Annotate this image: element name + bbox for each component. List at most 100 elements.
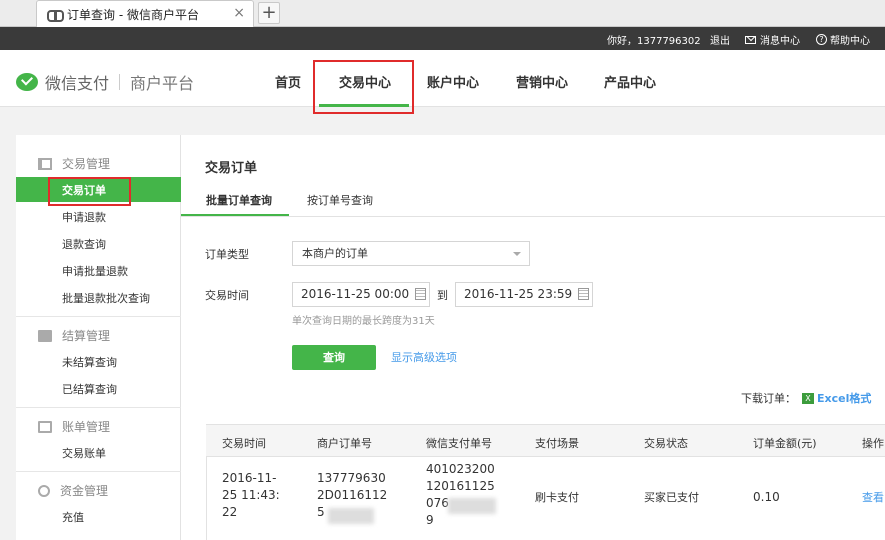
- end-time-input[interactable]: 2016-11-25 23:59: [455, 282, 593, 307]
- help-center-label: 帮助中心: [830, 36, 870, 47]
- sidebar-item-refund-query[interactable]: 退款查询: [62, 236, 106, 252]
- bill-management-icon: [38, 420, 52, 433]
- orders-table-header: 交易时间 商户订单号 微信支付单号 支付场景 交易状态 订单金额(元) 操作: [206, 424, 885, 457]
- excel-download-link[interactable]: Excel格式: [817, 390, 871, 406]
- sidebar-item-batch-refund-query[interactable]: 批量退款批次查询: [62, 290, 150, 306]
- sidebar-item-batch-refund[interactable]: 申请批量退款: [62, 263, 128, 279]
- mail-icon: [745, 35, 756, 44]
- sidebar-highlight-annotation: [48, 177, 131, 206]
- new-tab-button[interactable]: +: [258, 2, 280, 24]
- sidebar-group-trade: 交易管理: [38, 155, 110, 172]
- message-center-label: 消息中心: [760, 36, 800, 47]
- sidebar-divider: [16, 407, 181, 408]
- cell-status: 买家已支付: [644, 491, 699, 504]
- brand-name: 微信支付: [45, 74, 110, 93]
- funds-management-icon: [38, 484, 50, 497]
- calendar-icon[interactable]: [578, 288, 589, 300]
- query-tabs: 批量订单查询 按订单号查询: [181, 184, 885, 217]
- excel-icon: X: [802, 392, 814, 404]
- nav-account-center[interactable]: 账户中心: [427, 72, 479, 91]
- date-range-hint: 单次查询日期的最长跨度为31天: [292, 316, 435, 327]
- site-header: 微信支付 商户平台 首页 交易中心 账户中心 营销中心 产品中心: [0, 50, 885, 107]
- end-time-value: 2016-11-25 23:59: [464, 287, 573, 301]
- order-type-value: 本商户的订单: [302, 247, 368, 260]
- sidebar-group-title: 结算管理: [62, 329, 111, 343]
- trade-management-icon: [38, 157, 52, 170]
- platform-name: 商户平台: [130, 74, 195, 93]
- logout-link[interactable]: 退出: [710, 32, 730, 47]
- cell-line: 25 11:43:: [222, 488, 280, 502]
- column-header: 商户订单号: [317, 437, 372, 450]
- cell-line: 2D0116112: [317, 488, 388, 502]
- cell-wechat-order: 401023200 120161125 076 9: [426, 461, 495, 529]
- sidebar-group-settlement: 结算管理: [38, 327, 110, 344]
- content-panel: 交易管理 交易订单 申请退款 退款查询 申请批量退款 批量退款批次查询 结算管理…: [16, 135, 885, 540]
- cell-line: 137779630: [317, 471, 386, 485]
- sidebar-item-apply-refund[interactable]: 申请退款: [62, 209, 106, 225]
- cell-line: 22: [222, 505, 238, 519]
- order-type-select[interactable]: 本商户的订单: [292, 241, 530, 266]
- nav-highlight-annotation: [313, 60, 414, 114]
- start-time-value: 2016-11-25 00:00: [301, 287, 410, 301]
- sidebar-divider: [16, 316, 181, 317]
- download-label: 下载订单：: [741, 392, 796, 405]
- user-greeting: 你好，1377796302: [607, 36, 701, 47]
- start-time-input[interactable]: 2016-11-25 00:00: [292, 282, 430, 307]
- nav-product-center[interactable]: 产品中心: [604, 72, 656, 91]
- browser-tab[interactable]: 订单查询 - 微信商户平台 ×: [36, 0, 254, 27]
- sidebar-item-trade-bill[interactable]: 交易账单: [62, 445, 106, 461]
- redaction-blur: [448, 498, 496, 514]
- help-center-link[interactable]: ? 帮助中心: [816, 32, 870, 47]
- sidebar: 交易管理 交易订单 申请退款 退款查询 申请批量退款 批量退款批次查询 结算管理…: [16, 135, 181, 540]
- column-header: 操作: [862, 437, 884, 450]
- view-order-link[interactable]: 查看: [862, 489, 884, 506]
- date-range-separator: 到: [437, 289, 448, 302]
- sidebar-item-recharge[interactable]: 充值: [62, 509, 84, 525]
- column-header: 订单金额(元): [753, 437, 817, 450]
- sidebar-item-settled-query[interactable]: 已结算查询: [62, 381, 117, 397]
- nav-marketing-center[interactable]: 营销中心: [516, 72, 568, 91]
- active-tab-underline: [181, 214, 289, 216]
- logo[interactable]: 微信支付 商户平台: [16, 70, 194, 94]
- column-header: 支付场景: [535, 437, 579, 450]
- cell-line: 401023200: [426, 462, 495, 476]
- favicon-icon: [47, 9, 64, 22]
- logo-divider: [119, 74, 121, 90]
- chevron-down-icon: [513, 252, 521, 256]
- nav-home[interactable]: 首页: [275, 72, 301, 91]
- sidebar-group-title: 资金管理: [60, 484, 109, 498]
- sidebar-group-bill: 账单管理: [38, 418, 110, 435]
- tab-batch-query[interactable]: 批量订单查询: [206, 192, 272, 208]
- calendar-icon[interactable]: [415, 288, 426, 300]
- sidebar-group-funds: 资金管理: [38, 482, 108, 499]
- query-button[interactable]: 查询: [292, 345, 376, 370]
- column-header: 微信支付单号: [426, 437, 492, 450]
- redaction-blur: [328, 508, 374, 524]
- tab-order-number-query[interactable]: 按订单号查询: [307, 192, 373, 208]
- advanced-options-link[interactable]: 显示高级选项: [391, 349, 457, 365]
- browser-tab-strip: 订单查询 - 微信商户平台 × +: [0, 0, 885, 27]
- wechat-pay-logo-icon: [16, 73, 38, 91]
- sidebar-group-title: 交易管理: [62, 157, 111, 171]
- cell-pay-scene: 刷卡支付: [535, 491, 579, 504]
- cell-line: 9: [426, 513, 434, 527]
- cell-amount: 0.10: [753, 490, 780, 504]
- settlement-management-icon: [38, 329, 52, 342]
- order-type-label: 订单类型: [205, 248, 249, 261]
- trade-time-label: 交易时间: [205, 289, 249, 302]
- sidebar-item-unsettled-query[interactable]: 未结算查询: [62, 354, 117, 370]
- column-header: 交易时间: [222, 437, 266, 450]
- tab-title: 订单查询 - 微信商户平台: [67, 7, 199, 22]
- top-bar: 你好，1377796302 退出 消息中心 ? 帮助中心: [0, 27, 885, 50]
- close-tab-icon[interactable]: ×: [233, 5, 245, 21]
- column-header: 交易状态: [644, 437, 688, 450]
- cell-trade-time: 2016-11- 25 11:43: 22: [222, 470, 280, 521]
- download-orders: 下载订单： X Excel格式: [741, 390, 871, 406]
- page-title: 交易订单: [205, 161, 258, 176]
- cell-line: 2016-11-: [222, 471, 277, 485]
- cell-line: 120161125: [426, 479, 495, 493]
- help-icon: ?: [816, 34, 827, 45]
- message-center-link[interactable]: 消息中心: [745, 32, 800, 47]
- sidebar-divider: [16, 471, 181, 472]
- sidebar-group-title: 账单管理: [62, 420, 111, 434]
